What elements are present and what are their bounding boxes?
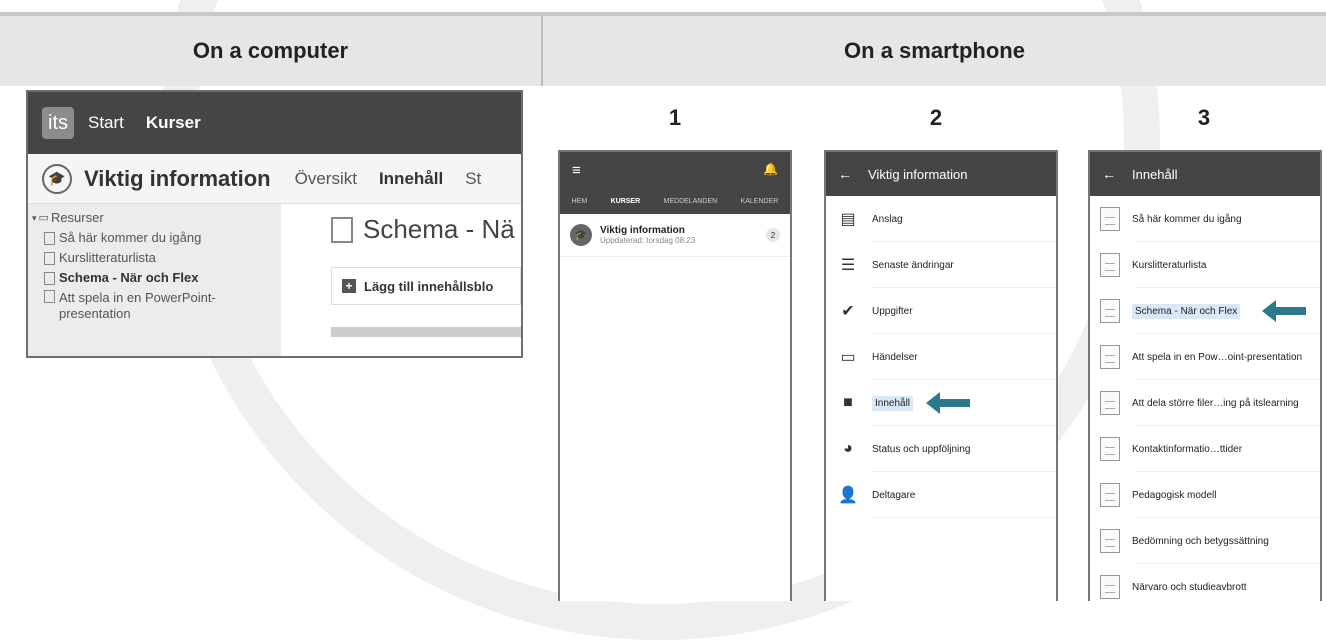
document-icon (1100, 345, 1120, 369)
back-arrow-icon[interactable]: ← (838, 166, 852, 182)
phone2-topbar: ← Viktig information (826, 152, 1056, 196)
back-arrow-icon[interactable]: ← (1102, 166, 1116, 182)
chevron-down-icon: ▾ (32, 213, 37, 223)
tree-root[interactable]: ▾ ▭ Resurser (32, 210, 277, 226)
phone-screen-2: ← Viktig information ▤ Anslag ☰ Senaste änd… (824, 150, 1058, 601)
step-number-2: 2 (929, 105, 943, 130)
plus-icon: + (342, 279, 356, 293)
document-icon (44, 251, 55, 265)
tab-oversikt[interactable]: Översikt (295, 169, 357, 189)
phone-screen-3: ← Innehåll Så här kommer du igång Kurslit… (1088, 150, 1322, 601)
menu-item-senaste[interactable]: ☰ Senaste ändringar (826, 242, 1056, 288)
count-badge: 2 (766, 228, 780, 242)
menu-item-handelser[interactable]: ▭ Händelser (826, 334, 1056, 380)
document-icon (1100, 483, 1120, 507)
folder-icon: ▭ (38, 212, 49, 224)
header-computer: On a computer (0, 16, 541, 86)
header-smartphone: On a smartphone (543, 16, 1326, 86)
content-item[interactable]: Att spela in en Pow…oint-presentation (1090, 334, 1320, 380)
document-icon (1100, 529, 1120, 553)
document-icon (44, 290, 55, 303)
pointer-arrow-icon (1262, 300, 1306, 322)
person-icon: 👤 (838, 487, 858, 504)
content-item[interactable]: Att dela större filer…ing på itslearning (1090, 380, 1320, 426)
tab-kurser[interactable]: KURSER (611, 198, 641, 205)
content-placeholder (331, 327, 521, 337)
document-icon (44, 231, 55, 245)
resource-tree: ▾ ▭ Resurser Så här kommer du igång Kursli… (28, 204, 281, 356)
phone3-topbar: ← Innehåll (1090, 152, 1320, 196)
bulletin-icon: ▤ (840, 211, 856, 228)
tab-st[interactable]: St (465, 169, 481, 189)
tab-meddelanden[interactable]: MEDDELANDEN (664, 198, 718, 205)
tab-hem[interactable]: HEM (572, 198, 588, 205)
phone-screen-1: ≡ 🔔 HEM KURSER MEDDELANDEN KALENDER 🎓 Vi… (558, 150, 792, 601)
course-list-item[interactable]: 🎓 Viktig information Uppdaterad: torsdag… (560, 214, 790, 257)
document-icon (1100, 253, 1120, 277)
content-item[interactable]: Kontaktinformatio…ttider (1090, 426, 1320, 472)
menu-icon[interactable]: ≡ (572, 162, 581, 179)
desktop-topbar: its Start Kurser (28, 92, 521, 154)
graduation-cap-icon: 🎓 (570, 224, 592, 246)
step-number-3: 3 (1197, 105, 1211, 130)
content-item[interactable]: Bedömning och betygssättning (1090, 518, 1320, 564)
tab-kalender[interactable]: KALENDER (741, 198, 779, 205)
menu-item-anslag[interactable]: ▤ Anslag (826, 196, 1056, 242)
folder-icon: ■ (843, 394, 853, 411)
course-updated: Uppdaterad: torsdag 08:23 (600, 236, 696, 245)
menu-item-uppgifter[interactable]: ✔ Uppgifter (826, 288, 1056, 334)
content-item[interactable]: Pedagogisk modell (1090, 472, 1320, 518)
document-icon (1100, 207, 1120, 231)
phone1-topbar: ≡ 🔔 HEM KURSER MEDDELANDEN KALENDER (560, 152, 790, 214)
calendar-icon: ▭ (840, 349, 856, 366)
content-item[interactable]: Närvaro och studieavbrott (1090, 564, 1320, 601)
pie-chart-icon: ◕ (843, 440, 853, 457)
content-item[interactable]: Så här kommer du igång (1090, 196, 1320, 242)
course-title: Viktig information (600, 225, 685, 236)
tab-innehall[interactable]: Innehåll (379, 169, 443, 189)
content-area: Schema - Nä + Lägg till innehållsblo (281, 204, 521, 356)
document-icon (331, 216, 353, 243)
checkmark-icon: ✔ (841, 303, 855, 320)
step-number-1: 1 (668, 105, 682, 130)
document-icon (1100, 437, 1120, 461)
add-content-block-button[interactable]: + Lägg till innehållsblo (331, 267, 521, 305)
list-icon: ☰ (840, 257, 856, 274)
menu-item-status[interactable]: ◕ Status och uppföljning (826, 426, 1056, 472)
document-icon (44, 271, 55, 285)
tree-item[interactable]: Kurslitteraturlista (32, 250, 277, 266)
pointer-arrow-icon (926, 392, 970, 414)
menu-item-deltagare[interactable]: 👤 Deltagare (826, 472, 1056, 518)
tree-item[interactable]: Att spela in en PowerPoint-presentation (32, 290, 277, 322)
tree-item[interactable]: Så här kommer du igång (32, 230, 277, 246)
bell-icon[interactable]: 🔔 (763, 162, 778, 176)
content-item-selected[interactable]: Schema - När och Flex (1090, 288, 1320, 334)
course-title: Viktig information (84, 165, 271, 191)
graduation-cap-icon: 🎓 (42, 163, 72, 194)
nav-kurser[interactable]: Kurser (146, 113, 201, 133)
document-icon (1100, 299, 1120, 323)
desktop-screenshot: its Start Kurser 🎓 Viktig information Öv… (26, 90, 523, 358)
nav-start[interactable]: Start (88, 113, 124, 133)
document-icon (1100, 391, 1120, 415)
document-icon (1100, 575, 1120, 599)
tree-item-selected[interactable]: Schema - När och Flex (32, 270, 277, 286)
page-title: Schema - Nä (331, 214, 521, 245)
content-item[interactable]: Kurslitteraturlista (1090, 242, 1320, 288)
its-logo[interactable]: its (42, 107, 74, 139)
menu-item-innehall[interactable]: ■ Innehåll (826, 380, 1056, 426)
course-header: 🎓 Viktig information Översikt Innehåll S… (28, 154, 521, 204)
